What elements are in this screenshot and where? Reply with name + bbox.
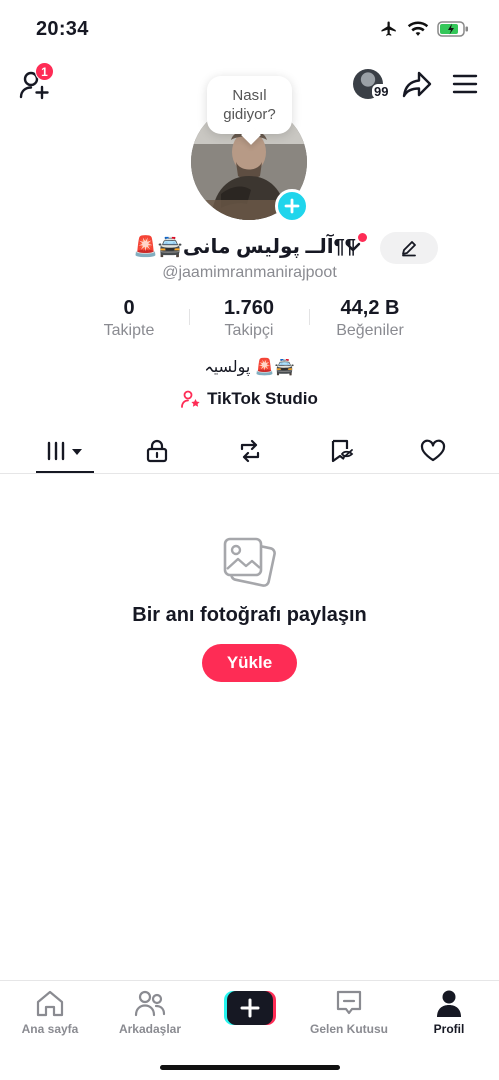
status-bubble[interactable]: Nasıl gidiyor? bbox=[207, 76, 292, 134]
add-story-button[interactable] bbox=[275, 189, 309, 223]
stat-value: 1.760 bbox=[223, 297, 275, 319]
tab-liked[interactable] bbox=[409, 436, 457, 466]
status-time: 20:34 bbox=[36, 18, 89, 40]
pencil-icon bbox=[402, 241, 416, 257]
profile-stats: 0 Takipte 1.760 Takipçi 44,2 B Beğeniler bbox=[0, 296, 499, 346]
name-row: 🚨🚔آلــ پولیس مانی¶¶ bbox=[0, 232, 499, 264]
studio-label: TikTok Studio bbox=[207, 389, 318, 408]
empty-state-title: Bir anı fotoğrafı paylaşın bbox=[132, 604, 367, 626]
nav-label: Profil bbox=[433, 1022, 465, 1036]
home-icon bbox=[36, 990, 64, 1017]
stat-followers[interactable]: 1.760 Takipçi bbox=[189, 296, 309, 340]
airplane-icon bbox=[381, 21, 396, 36]
bio-text: پولسیہ 🚨🚔 bbox=[204, 359, 295, 376]
nav-label: Ana sayfa bbox=[21, 1022, 79, 1036]
grid-dropdown-icon bbox=[47, 441, 82, 461]
tab-private[interactable] bbox=[133, 436, 181, 466]
repost-icon bbox=[240, 439, 260, 463]
home-indicator[interactable] bbox=[160, 1065, 340, 1070]
tab-reposts[interactable] bbox=[226, 436, 274, 466]
username: @jaamimranmanirajpoot bbox=[162, 264, 337, 281]
nav-label: Arkadaşlar bbox=[118, 1022, 182, 1036]
stat-value: 44,2 B bbox=[340, 297, 400, 319]
display-name[interactable]: 🚨🚔آلــ پولیس مانی¶¶ bbox=[133, 234, 356, 259]
stat-label: Takipte bbox=[103, 322, 155, 339]
stat-label: Beğeniler bbox=[336, 322, 404, 339]
plus-icon bbox=[284, 198, 300, 214]
nav-home[interactable]: Ana sayfa bbox=[0, 988, 100, 1036]
photo-stack-icon bbox=[223, 537, 276, 587]
tiktok-studio-link[interactable]: TikTok Studio bbox=[0, 389, 499, 409]
edit-profile-button[interactable] bbox=[380, 232, 438, 264]
creator-star-icon bbox=[181, 390, 200, 408]
upload-button[interactable]: Yükle bbox=[202, 644, 297, 682]
nav-inbox[interactable]: Gelen Kutusu bbox=[299, 988, 399, 1036]
active-tab-indicator bbox=[36, 471, 94, 473]
tab-videos[interactable] bbox=[41, 436, 89, 466]
content-tabs bbox=[0, 428, 499, 474]
nav-friends[interactable]: Arkadaşlar bbox=[100, 988, 200, 1036]
create-icon[interactable] bbox=[224, 991, 276, 1025]
menu-icon[interactable] bbox=[452, 72, 478, 96]
nav-profile[interactable]: Profil bbox=[399, 988, 499, 1036]
unread-dot bbox=[358, 233, 367, 242]
inbox-icon bbox=[336, 990, 362, 1015]
chevron-down-icon[interactable] bbox=[345, 240, 361, 254]
status-icons bbox=[379, 20, 469, 38]
wifi-icon bbox=[407, 21, 429, 36]
status-bar: 20:34 bbox=[0, 0, 499, 60]
stat-following[interactable]: 0 Takipte bbox=[69, 296, 189, 340]
tab-favorites[interactable] bbox=[318, 436, 366, 466]
stat-likes[interactable]: 44,2 B Beğeniler bbox=[310, 296, 430, 340]
stat-value: 0 bbox=[123, 297, 135, 319]
nav-label: Gelen Kutusu bbox=[309, 1022, 388, 1036]
story-count: 99 bbox=[372, 84, 391, 99]
share-icon[interactable] bbox=[401, 70, 433, 100]
profile-icon bbox=[437, 990, 461, 1017]
battery-charging-icon bbox=[437, 21, 468, 37]
notification-badge: 1 bbox=[35, 62, 54, 81]
friends-icon bbox=[134, 990, 166, 1017]
lock-icon bbox=[146, 439, 168, 463]
stat-label: Takipçi bbox=[224, 322, 274, 339]
heart-icon bbox=[420, 439, 446, 462]
bookmark-hidden-icon bbox=[331, 439, 354, 463]
